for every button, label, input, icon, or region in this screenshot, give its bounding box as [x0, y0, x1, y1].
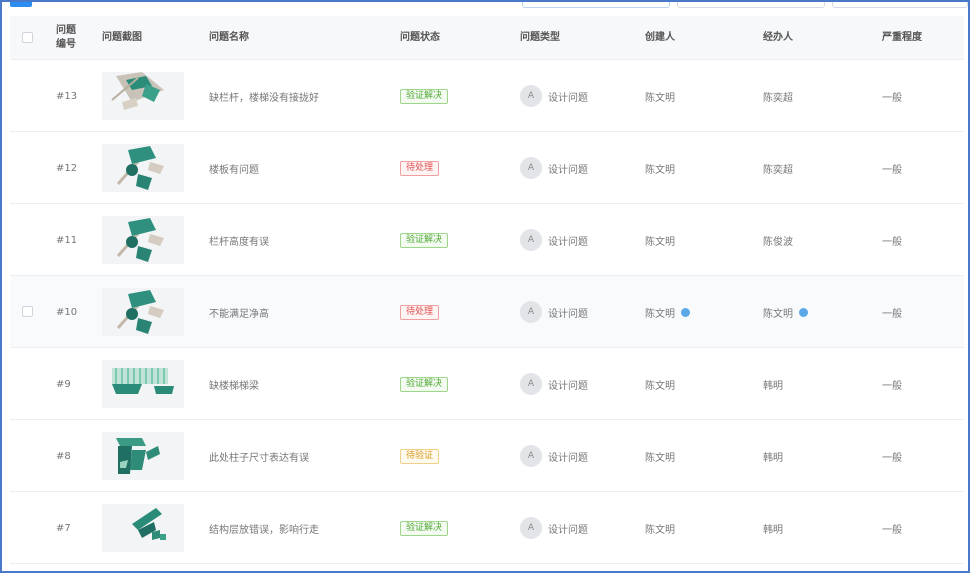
- column-header-status[interactable]: 问题状态: [400, 16, 440, 60]
- status-badge: 待处理: [400, 304, 440, 320]
- issue-thumbnail[interactable]: [102, 432, 184, 480]
- status-badge: 验证解决: [400, 88, 449, 104]
- issue-id: #11: [56, 234, 78, 246]
- issue-type: 设计问题: [548, 452, 588, 464]
- headroom-render-image: [116, 290, 164, 334]
- table-row[interactable]: #9 缺楼梯梯梁 验证解决 A 设计问题 陈文明 韩明 一般: [10, 348, 964, 420]
- slab-render-image: [116, 146, 164, 190]
- select-all-checkbox[interactable]: [22, 32, 33, 43]
- type-avatar: A: [520, 301, 542, 323]
- type-avatar: A: [520, 229, 542, 251]
- issue-id: #7: [56, 522, 71, 534]
- column-header-name[interactable]: 问题名称: [209, 16, 249, 60]
- column-header-type[interactable]: 问题类型: [520, 16, 560, 60]
- table-row[interactable]: #8 此处柱子尺寸表达有误 待验证 A 设计问题 陈文明 韩明 一般: [10, 420, 964, 492]
- table-row[interactable]: #7 结构层放错误，影响行走 验证解决 A 设计问题 陈文明 韩明 一般: [10, 492, 964, 564]
- table-header: 问题 编号 问题截图 问题名称 问题状态 问题类型 创建人 经办人 严重程度: [10, 16, 964, 60]
- type-avatar: A: [520, 373, 542, 395]
- issue-name: 不能满足净高: [209, 308, 269, 320]
- assignee-name: 陈俊波: [763, 236, 793, 248]
- table-body: #13 缺栏杆，楼梯没有接拢好 验证解决 A 设计问题 陈文明 陈奕超 一般 #…: [10, 60, 964, 564]
- table-row[interactable]: #12 楼板有问题 待处理 A 设计问题 陈文明 陈奕超 一般: [10, 132, 964, 204]
- type-avatar: A: [520, 157, 542, 179]
- assignee-name: 陈文明: [763, 308, 793, 320]
- column-header-creator[interactable]: 创建人: [645, 16, 675, 60]
- filter-input-2[interactable]: [677, 2, 825, 8]
- issue-name: 栏杆高度有误: [209, 236, 269, 248]
- table-row[interactable]: #13 缺栏杆，楼梯没有接拢好 验证解决 A 设计问题 陈文明 陈奕超 一般: [10, 60, 964, 132]
- severity: 一般: [882, 92, 902, 104]
- structure-layer-render-image: [132, 508, 166, 540]
- issue-thumbnail[interactable]: [102, 288, 184, 336]
- staircase-render-image: [111, 72, 164, 110]
- column-header-severity[interactable]: 严重程度: [882, 16, 922, 60]
- type-avatar: A: [520, 445, 542, 467]
- info-icon[interactable]: [681, 307, 690, 317]
- issue-type: 设计问题: [548, 308, 588, 320]
- severity: 一般: [882, 236, 902, 248]
- issue-table: 问题 编号 问题截图 问题名称 问题状态 问题类型 创建人 经办人 严重程度 #…: [10, 16, 964, 564]
- status-badge: 验证解决: [400, 232, 449, 248]
- filter-input-1[interactable]: [522, 2, 670, 8]
- status-badge: 待处理: [400, 160, 440, 176]
- issue-id: #13: [56, 90, 78, 102]
- severity: 一般: [882, 164, 902, 176]
- assignee-name: 韩明: [763, 452, 783, 464]
- issue-type: 设计问题: [548, 92, 588, 104]
- severity: 一般: [882, 380, 902, 392]
- primary-action-button[interactable]: [10, 2, 32, 7]
- issue-id: #8: [56, 450, 71, 462]
- column-header-assignee[interactable]: 经办人: [763, 16, 793, 60]
- issue-id: #9: [56, 378, 71, 390]
- status-badge: 验证解决: [400, 520, 449, 536]
- assignee-name: 韩明: [763, 380, 783, 392]
- creator-name: 陈文明: [645, 236, 675, 248]
- stair-beam-render-image: [112, 368, 174, 394]
- issue-thumbnail[interactable]: [102, 216, 184, 264]
- type-avatar: A: [520, 517, 542, 539]
- type-avatar: A: [520, 85, 542, 107]
- creator-name: 陈文明: [645, 452, 675, 464]
- table-row[interactable]: #10 不能满足净高 待处理 A 设计问题 陈文明 陈文明 一般: [10, 276, 964, 348]
- issue-name: 缺栏杆，楼梯没有接拢好: [209, 92, 319, 104]
- issue-type: 设计问题: [548, 524, 588, 536]
- severity: 一般: [882, 308, 902, 320]
- creator-name: 陈文明: [645, 524, 675, 536]
- column-render-image: [116, 438, 160, 474]
- column-header-id[interactable]: 问题 编号: [56, 16, 96, 60]
- issue-name: 楼板有问题: [209, 164, 259, 176]
- filter-input-3[interactable]: [832, 2, 968, 8]
- status-badge: 验证解决: [400, 376, 449, 392]
- issue-thumbnail[interactable]: [102, 72, 184, 120]
- assignee-name: 陈奕超: [763, 164, 793, 176]
- table-row[interactable]: #11 栏杆高度有误 验证解决 A 设计问题 陈文明 陈俊波 一般: [10, 204, 964, 276]
- severity: 一般: [882, 452, 902, 464]
- issue-name: 结构层放错误，影响行走: [209, 524, 319, 536]
- issue-type: 设计问题: [548, 236, 588, 248]
- issue-thumbnail[interactable]: [102, 360, 184, 408]
- assignee-name: 陈奕超: [763, 92, 793, 104]
- issue-id: #10: [56, 306, 78, 318]
- issue-name: 此处柱子尺寸表达有误: [209, 452, 309, 464]
- issue-id: #12: [56, 162, 78, 174]
- creator-name: 陈文明: [645, 308, 675, 320]
- toolbar: [2, 2, 968, 10]
- issue-list-window: 问题 编号 问题截图 问题名称 问题状态 问题类型 创建人 经办人 严重程度 #…: [0, 0, 970, 573]
- issue-name: 缺楼梯梯梁: [209, 380, 259, 392]
- column-header-screenshot: 问题截图: [102, 32, 142, 43]
- issue-type: 设计问题: [548, 380, 588, 392]
- creator-name: 陈文明: [645, 164, 675, 176]
- row-checkbox[interactable]: [22, 306, 33, 317]
- issue-type: 设计问题: [548, 164, 588, 176]
- status-badge: 待验证: [400, 448, 440, 464]
- assignee-name: 韩明: [763, 524, 783, 536]
- creator-name: 陈文明: [645, 92, 675, 104]
- severity: 一般: [882, 524, 902, 536]
- railing-render-image: [116, 218, 164, 262]
- issue-thumbnail[interactable]: [102, 504, 184, 552]
- creator-name: 陈文明: [645, 380, 675, 392]
- info-icon[interactable]: [799, 307, 808, 317]
- issue-thumbnail[interactable]: [102, 144, 184, 192]
